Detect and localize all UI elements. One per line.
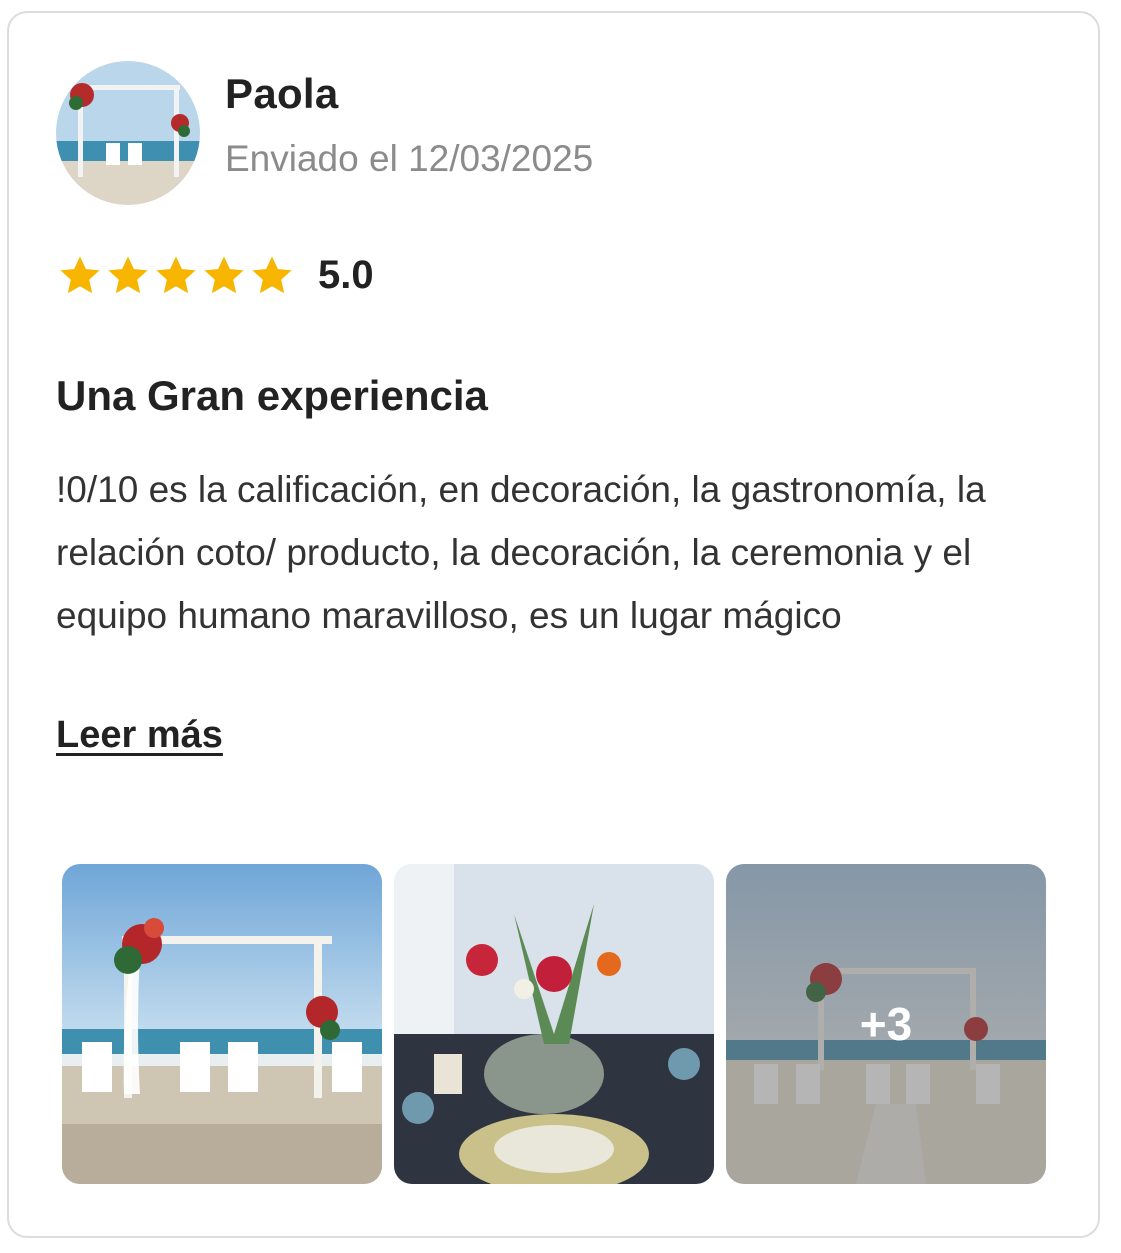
star-icon (252, 256, 292, 294)
gallery-photo-2[interactable] (394, 864, 714, 1184)
review-date: Enviado el 12/03/2025 (225, 138, 594, 179)
review-body: !0/10 es la calificación, en decoración,… (56, 469, 986, 636)
star-rating (56, 252, 296, 300)
gallery-photo-1[interactable] (62, 864, 382, 1184)
avatar (56, 61, 200, 205)
table-centerpiece-photo (394, 864, 714, 1184)
author-name: Paola (225, 70, 339, 117)
beach-wedding-arch-photo (62, 864, 382, 1184)
more-photos-overlay: +3 (726, 864, 1046, 1184)
gallery-photo-3[interactable]: +3 (726, 864, 1046, 1184)
star-icon (108, 256, 148, 294)
star-icon (204, 256, 244, 294)
rating-value: 5.0 (318, 253, 374, 297)
read-more-link[interactable]: Leer más (56, 714, 223, 757)
photo-gallery: +3 (62, 864, 1046, 1184)
review-title: Una Gran experiencia (56, 372, 488, 419)
star-icon (156, 256, 196, 294)
star-icon (60, 256, 100, 294)
more-photos-count: +3 (859, 998, 913, 1050)
